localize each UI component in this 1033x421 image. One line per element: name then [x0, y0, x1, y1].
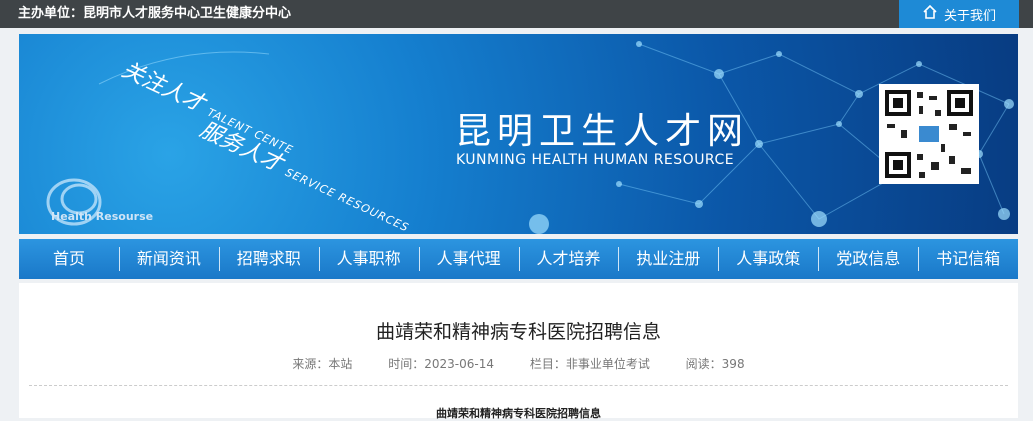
article-body-heading: 曲靖荣和精神病专科医院招聘信息 [436, 407, 601, 420]
article-meta: 来源：本站 时间：2023-06-14 栏目：非事业单位考试 阅读：398 [19, 355, 1018, 372]
nav-item-registration[interactable]: 执业注册 [618, 239, 718, 279]
about-us-button[interactable]: 关于我们 [899, 0, 1019, 28]
top-bar: 主办单位：昆明市人才服务中心卫生健康分中心 关于我们 [0, 0, 1033, 28]
nav-item-mailbox[interactable]: 书记信箱 [918, 239, 1018, 279]
nav-item-training[interactable]: 人才培养 [518, 239, 619, 279]
article-reads: 阅读：398 [685, 357, 745, 371]
article-source: 来源：本站 [292, 357, 353, 371]
site-title: 昆明卫生人才网 [455, 111, 750, 152]
divider [29, 385, 1008, 386]
nav-item-agency[interactable]: 人事代理 [418, 239, 519, 279]
home-icon [922, 4, 938, 24]
nav-item-recruitment[interactable]: 招聘求职 [218, 239, 319, 279]
article-title: 曲靖荣和精神病专科医院招聘信息 [375, 321, 661, 343]
nav-item-party[interactable]: 党政信息 [818, 239, 918, 279]
site-banner: 关注人才 TALENT CENTE 服务人才 SERVICE RESOURCES… [19, 34, 1018, 234]
nav-item-titles[interactable]: 人事职称 [318, 239, 419, 279]
main-nav: 首页 新闻资讯 招聘求职 人事职称 人事代理 人才培养 执业注册 人事政策 党政… [19, 239, 1018, 279]
host-organization: 主办单位：昆明市人才服务中心卫生健康分中心 [18, 6, 292, 21]
qr-code [879, 84, 979, 184]
site-subtitle: KUNMING HEALTH HUMAN RESOURCE [456, 152, 735, 168]
article-panel: 曲靖荣和精神病专科医院招聘信息 来源：本站 时间：2023-06-14 栏目：非… [19, 283, 1018, 420]
nav-item-policy[interactable]: 人事政策 [718, 239, 818, 279]
about-us-label: 关于我们 [943, 8, 996, 24]
nav-item-home[interactable]: 首页 [19, 239, 119, 279]
article-column: 栏目：非事业单位考试 [529, 357, 650, 371]
article-time: 时间：2023-06-14 [388, 357, 494, 371]
nav-item-news[interactable]: 新闻资讯 [118, 239, 219, 279]
logo-caption: Health Resourse [51, 210, 154, 223]
